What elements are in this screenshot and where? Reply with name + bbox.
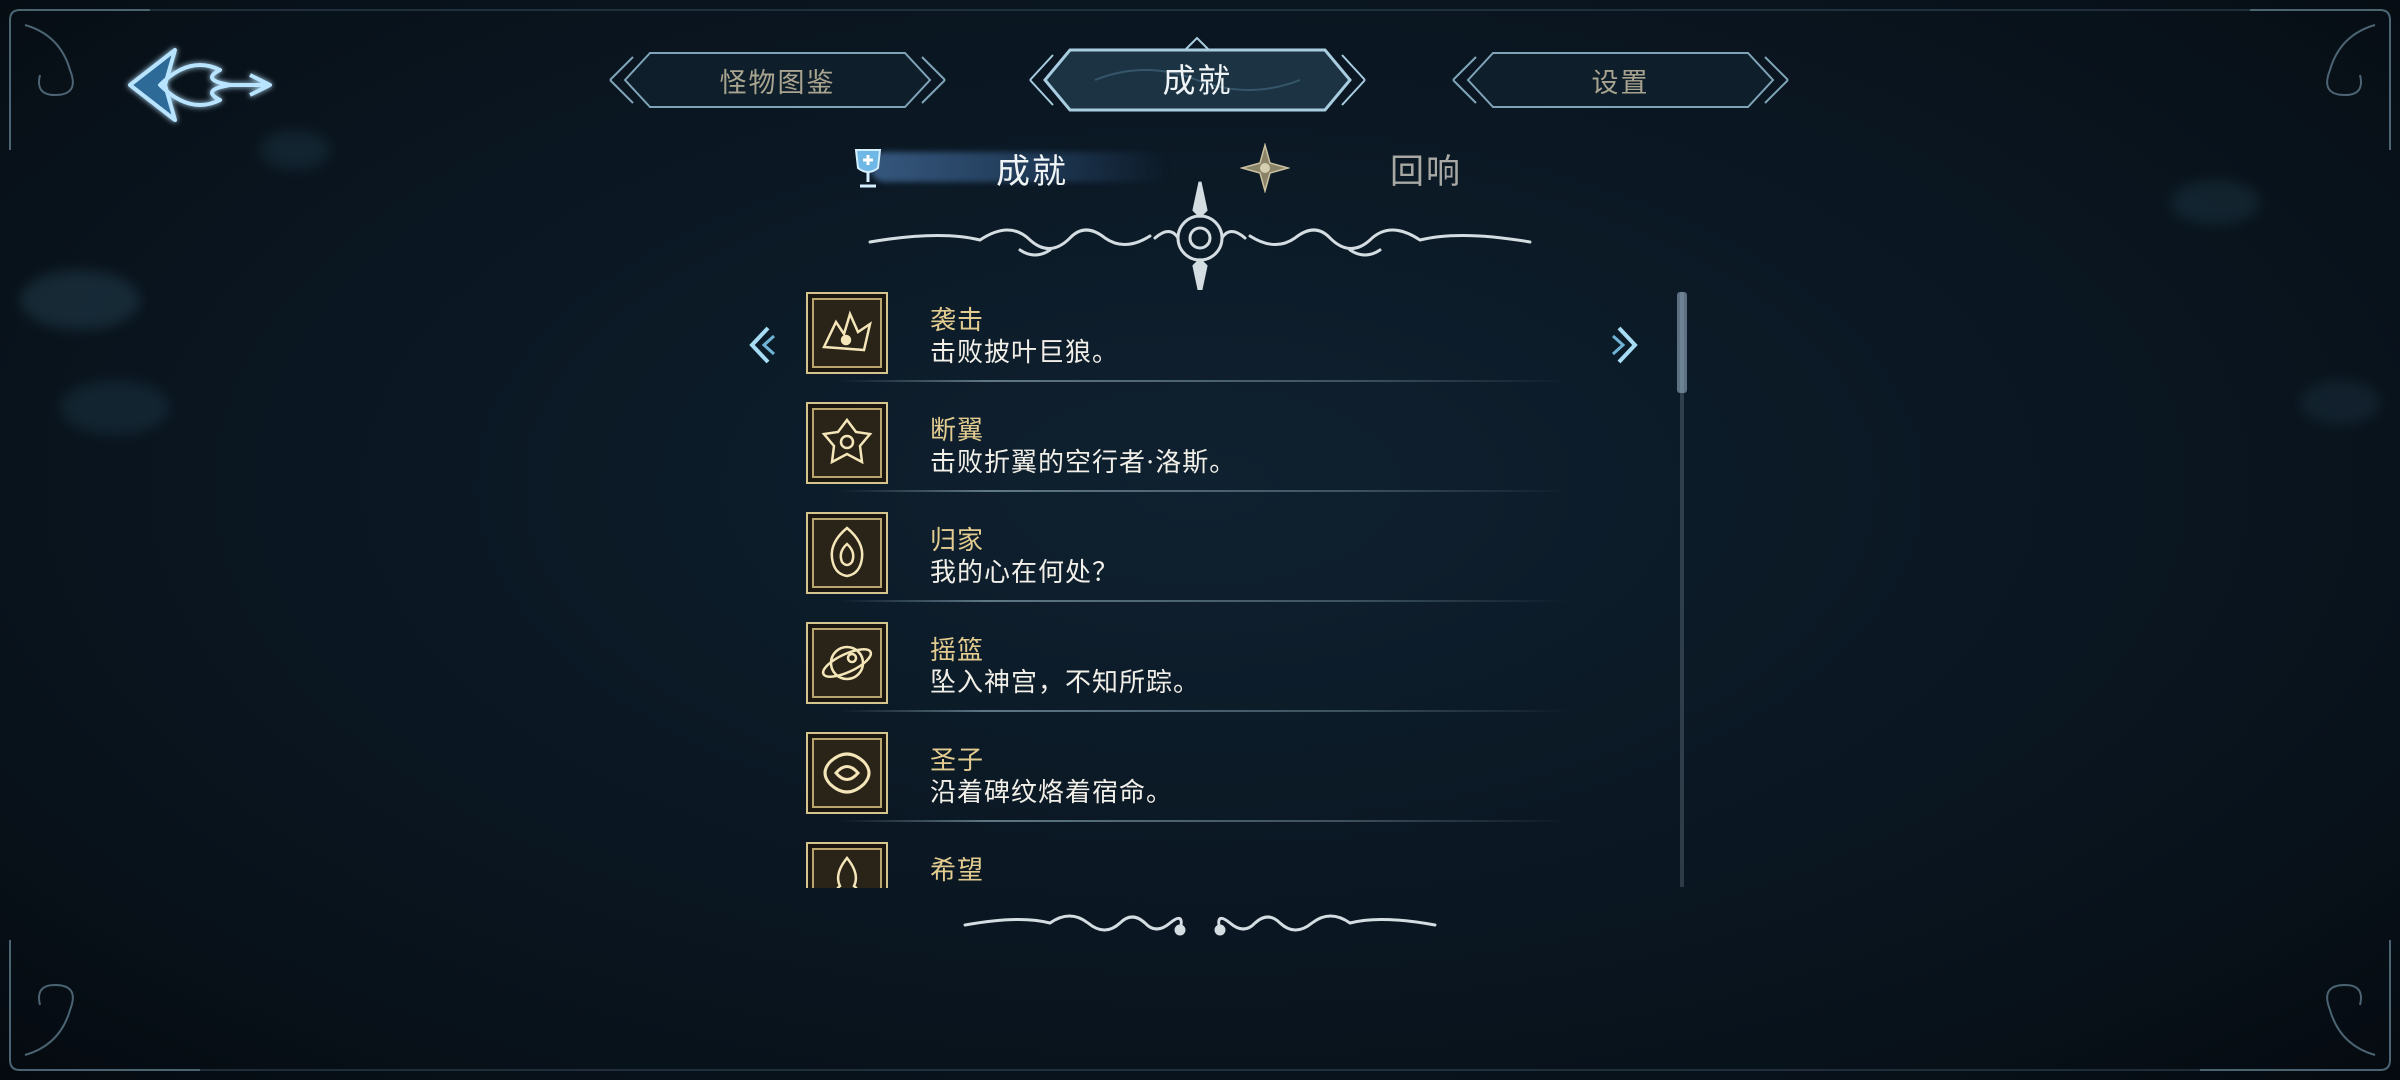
divider: [840, 710, 1570, 712]
bottom-ornament: [963, 914, 1437, 936]
background-mist: [20, 270, 140, 330]
list-item[interactable]: 归家 我的心在何处？: [800, 508, 1570, 618]
divider: [840, 600, 1570, 602]
achievement-screen: 怪物图鉴 成就 设置 成就 回响 袭击 击败披叶巨狼。 断翼 击败折翼的空行者·…: [0, 0, 2400, 1080]
back-arrow-icon: [128, 48, 272, 122]
divider: [840, 490, 1570, 492]
achievement-description: 坠入神宫，不知所踪。: [930, 668, 1201, 698]
winged-emblem-icon: [806, 402, 888, 484]
achievement-description: 沿着碑纹烙着宿命。: [930, 778, 1174, 808]
background-mist: [2300, 380, 2380, 425]
tab-label: 怪物图鉴: [719, 67, 836, 99]
scrollbar[interactable]: [1677, 292, 1687, 887]
tab-label: 设置: [1591, 67, 1650, 99]
achievement-list[interactable]: 袭击 击败披叶巨狼。 断翼 击败折翼的空行者·洛斯。 归家 我的心在何处？ 摇篮: [800, 288, 1570, 888]
previous-page-button[interactable]: [742, 322, 782, 368]
wolf-emblem-icon: [806, 292, 888, 374]
achievement-description: 击败披叶巨狼。: [930, 338, 1120, 368]
tab-label: 成就: [1162, 60, 1233, 100]
achievement-title: 希望: [930, 856, 985, 886]
scrollbar-thumb[interactable]: [1677, 292, 1687, 394]
background-mist: [260, 130, 330, 170]
tab-achievements[interactable]: 成就: [1025, 35, 1370, 120]
background-mist: [2170, 180, 2260, 225]
list-item[interactable]: 断翼 击败折翼的空行者·洛斯。: [800, 398, 1570, 508]
tab-settings[interactable]: 设置: [1448, 45, 1793, 115]
top-ornament: [868, 181, 1532, 290]
divider: [840, 820, 1570, 822]
ember-icon: [806, 842, 888, 888]
list-item[interactable]: 圣子 沿着碑纹烙着宿命。: [800, 728, 1570, 838]
flame-heart-icon: [806, 512, 888, 594]
achievement-description: 击败折翼的空行者·洛斯。: [930, 448, 1237, 478]
knot-icon: [806, 732, 888, 814]
list-item[interactable]: 希望: [800, 838, 1570, 888]
orb-icon: [806, 622, 888, 704]
tab-monster-codex[interactable]: 怪物图鉴: [605, 45, 950, 115]
chevron-left-icon: [749, 326, 776, 364]
background-mist: [60, 380, 170, 435]
list-item[interactable]: 摇篮 坠入神宫，不知所踪。: [800, 618, 1570, 728]
next-page-button[interactable]: [1605, 322, 1645, 368]
back-button[interactable]: [120, 35, 280, 135]
divider: [840, 380, 1570, 382]
list-item[interactable]: 袭击 击败披叶巨狼。: [800, 288, 1570, 398]
achievement-description: 我的心在何处？: [930, 558, 1120, 588]
chevron-right-icon: [1611, 326, 1638, 364]
